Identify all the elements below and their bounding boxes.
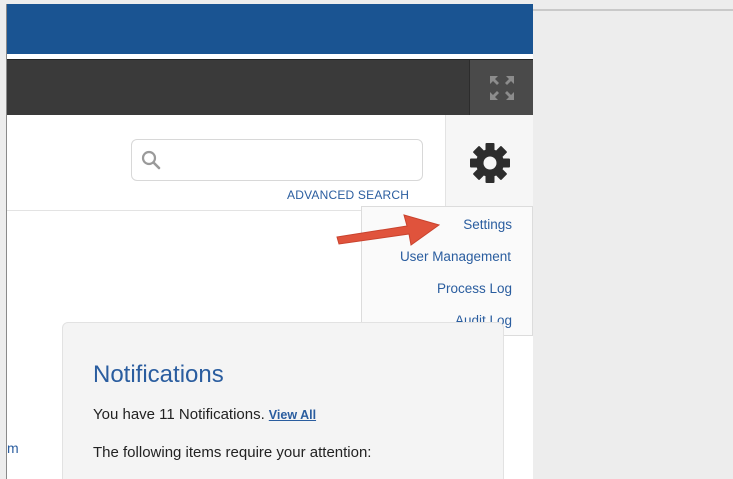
menu-item-user-management[interactable]: User Management <box>400 249 511 264</box>
settings-button[interactable] <box>445 115 533 210</box>
toolbar <box>7 59 533 116</box>
header-row: ADVANCED SEARCH <box>7 115 533 211</box>
notifications-attention-text: The following items require your attenti… <box>93 444 372 461</box>
menu-item-process-log[interactable]: Process Log <box>437 281 512 296</box>
advanced-search-link[interactable]: ADVANCED SEARCH <box>287 188 409 202</box>
sidebar-fragment-link[interactable]: m <box>7 440 19 456</box>
arrow-icon <box>336 214 441 246</box>
top-brand-bar <box>7 4 533 54</box>
search-box[interactable] <box>131 139 423 181</box>
background-window-edge <box>533 9 733 11</box>
fullscreen-icon <box>490 75 514 100</box>
notifications-card: Notifications You have 11 Notifications.… <box>62 322 504 479</box>
notifications-count-text: You have 11 Notifications. <box>93 406 265 423</box>
search-icon <box>141 150 161 170</box>
menu-item-settings[interactable]: Settings <box>463 217 512 232</box>
search-input[interactable] <box>168 148 418 174</box>
notifications-count: You have 11 Notifications. View All <box>93 406 316 423</box>
app-window: ADVANCED SEARCH Settings User Management… <box>6 4 533 479</box>
notifications-title: Notifications <box>93 361 224 388</box>
fullscreen-button[interactable] <box>469 60 533 115</box>
view-all-link[interactable]: View All <box>269 408 316 422</box>
gear-icon <box>470 142 510 183</box>
